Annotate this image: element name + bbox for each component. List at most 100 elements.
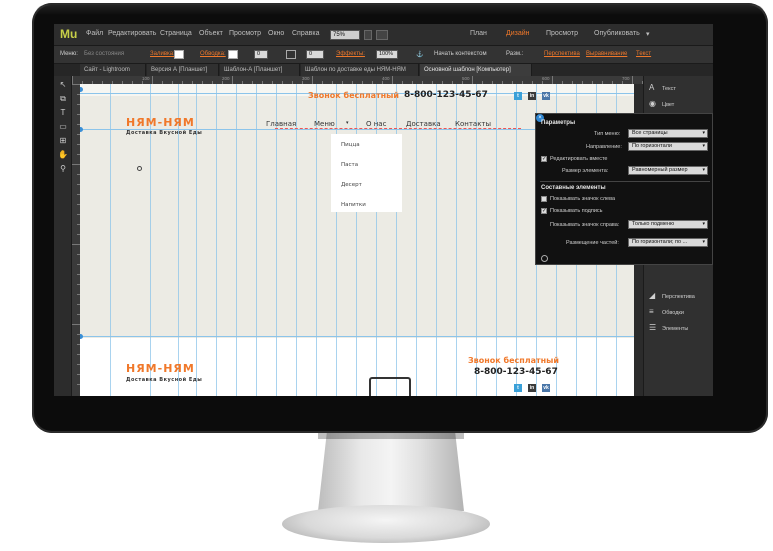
show-caption-checkbox[interactable]: ✓ [541, 208, 547, 214]
anchor-icon[interactable]: ⚓ [416, 51, 423, 58]
tab-site[interactable]: Сайт - Lightroom [80, 64, 146, 76]
panel-perspective-label[interactable]: Перспектива [662, 294, 695, 300]
nav-menu[interactable]: Меню [314, 120, 335, 128]
show-icon-checkbox[interactable] [541, 196, 547, 202]
perspective-icon[interactable]: ◢ [649, 292, 658, 300]
monitor-stand-neck [318, 433, 464, 511]
nav-menu-dropdown-icon[interactable]: ▾ [346, 120, 349, 126]
tab-template-a[interactable]: Шаблон-А [Планшет] [220, 64, 300, 76]
tab-main-template[interactable]: Основной шаблон [Компьютер] [420, 64, 532, 76]
panel-color-label[interactable]: Цвет [662, 102, 674, 108]
column-guide [436, 84, 437, 396]
edit-together-checkbox[interactable]: ✓ [541, 156, 547, 162]
nav-delivery[interactable]: Доставка [406, 120, 441, 128]
menu-type-select[interactable]: Все страницы ▾ [628, 129, 708, 138]
text-link[interactable]: Текст [636, 51, 651, 57]
column-guide [256, 84, 257, 396]
menu-object[interactable]: Объект [199, 30, 223, 37]
gear-icon[interactable] [541, 255, 548, 262]
submenu-item-pizza[interactable]: Пицца [341, 142, 360, 148]
effects-label[interactable]: Эффекты: [336, 51, 365, 57]
show-right-icon-select[interactable]: Только подменю ▾ [628, 220, 708, 229]
footer-instagram-icon[interactable]: in [528, 384, 536, 392]
cursor-marker-icon [137, 166, 142, 171]
site-logo[interactable]: НЯМ-НЯМ [126, 116, 195, 129]
show-caption-label: Показывать подпись [550, 208, 603, 214]
panel-strokes-label[interactable]: Обводки [662, 310, 684, 316]
color-icon[interactable]: ◉ [649, 100, 658, 108]
vk-icon[interactable]: vk [542, 92, 550, 100]
menu-page[interactable]: Страница [160, 30, 192, 37]
column-guide [236, 84, 237, 396]
direction-select[interactable]: По горизонтали ▾ [628, 142, 708, 151]
tab-version-a[interactable]: Версия А [Планшет] [147, 64, 219, 76]
opacity-field[interactable]: 100% [376, 50, 398, 59]
crop-tool-icon[interactable]: ⧉ [58, 94, 68, 104]
zoom-tool-icon[interactable]: ⚲ [58, 164, 68, 174]
footer-logo[interactable]: НЯМ-НЯМ [126, 362, 195, 375]
tools-panel: ↖ ⧉ T ▭ ⊞ ✋ ⚲ [54, 76, 72, 396]
column-guide [516, 84, 517, 396]
radius-field[interactable]: 0 [306, 50, 324, 59]
site-tagline: Доставка Вкусной Еды [126, 130, 203, 136]
frame-tool-icon[interactable]: ⊞ [58, 136, 68, 146]
ruler-tick [72, 84, 80, 85]
align-link[interactable]: Выравнивание [586, 51, 627, 57]
nav-about[interactable]: О нас [366, 120, 386, 128]
menu-edit[interactable]: Редактировать [108, 30, 156, 37]
corner-radius-icon[interactable] [286, 50, 296, 59]
zoom-select[interactable]: 75% [330, 30, 360, 40]
direction-value: По горизонтали [632, 143, 672, 149]
anchor-handle[interactable] [80, 127, 83, 132]
text-A-icon[interactable]: A [649, 84, 658, 92]
rectangle-tool-icon[interactable]: ▭ [58, 122, 68, 132]
tab-delivery-template[interactable]: Шаблон по доставке еды НЯМ-НЯМ [301, 64, 419, 76]
submenu-item-dessert[interactable]: Десерт [341, 182, 362, 188]
ruler-number: 600 [542, 76, 550, 81]
ruler-tick [72, 76, 73, 84]
perspective-link[interactable]: Перспектива [544, 51, 580, 57]
nav-contacts[interactable]: Контакты [455, 120, 491, 128]
panel-text-label[interactable]: Текст [662, 86, 676, 92]
view-options-icon[interactable] [364, 30, 372, 40]
column-guide [316, 84, 317, 396]
nav-home[interactable]: Главная [266, 120, 296, 128]
show-right-icon-value: Только подменю [632, 221, 675, 227]
menu-window[interactable]: Окно [268, 30, 284, 37]
item-size-select[interactable]: Равномерный размер ▾ [628, 166, 708, 175]
instagram-icon[interactable]: in [528, 92, 536, 100]
twitter-icon[interactable]: t [514, 92, 522, 100]
placement-select[interactable]: По горизонтали; по ... ▾ [628, 238, 708, 247]
stroke-label[interactable]: Обводка: [200, 51, 226, 57]
ruler-number: 300 [302, 76, 310, 81]
ruler-tick [632, 76, 633, 84]
state-value[interactable]: Без состояния [84, 51, 124, 57]
publish-arrow-icon[interactable]: ▾ [646, 30, 650, 38]
monitor-mockup: Mu Файл Редактировать Страница Объект Пр… [0, 0, 773, 551]
strokes-icon[interactable]: ≡ [649, 308, 658, 316]
grid-toggle-icon[interactable] [376, 30, 388, 40]
layers-icon[interactable]: ☰ [649, 324, 658, 332]
submenu-item-drinks[interactable]: Напитки [341, 202, 366, 208]
mode-publish[interactable]: Опубликовать [594, 30, 640, 37]
footer-phone: 8-800-123-45-67 [474, 367, 558, 377]
mode-plan[interactable]: План [470, 30, 487, 37]
menu-file[interactable]: Файл [86, 30, 103, 37]
selected-widget-frame[interactable] [369, 377, 411, 396]
text-tool-icon[interactable]: T [58, 108, 68, 118]
mode-preview[interactable]: Просмотр [546, 30, 578, 37]
panel-layers-label[interactable]: Элементы [662, 326, 688, 332]
stroke-swatch[interactable] [228, 50, 238, 59]
footer-vk-icon[interactable]: vk [542, 384, 550, 392]
menu-help[interactable]: Справка [292, 30, 319, 37]
footer-twitter-icon[interactable]: t [514, 384, 522, 392]
hand-tool-icon[interactable]: ✋ [58, 150, 68, 160]
mode-design[interactable]: Дизайн [506, 30, 530, 37]
submenu-item-pasta[interactable]: Паста [341, 162, 358, 168]
stroke-width-field[interactable]: 0 [254, 50, 268, 59]
menu-view[interactable]: Просмотр [229, 30, 261, 37]
selection-tool-icon[interactable]: ↖ [58, 80, 68, 90]
fill-label[interactable]: Заливка: [150, 51, 175, 57]
fill-swatch[interactable] [174, 50, 184, 59]
hide-header-option[interactable]: Начать контекстом [434, 51, 487, 57]
